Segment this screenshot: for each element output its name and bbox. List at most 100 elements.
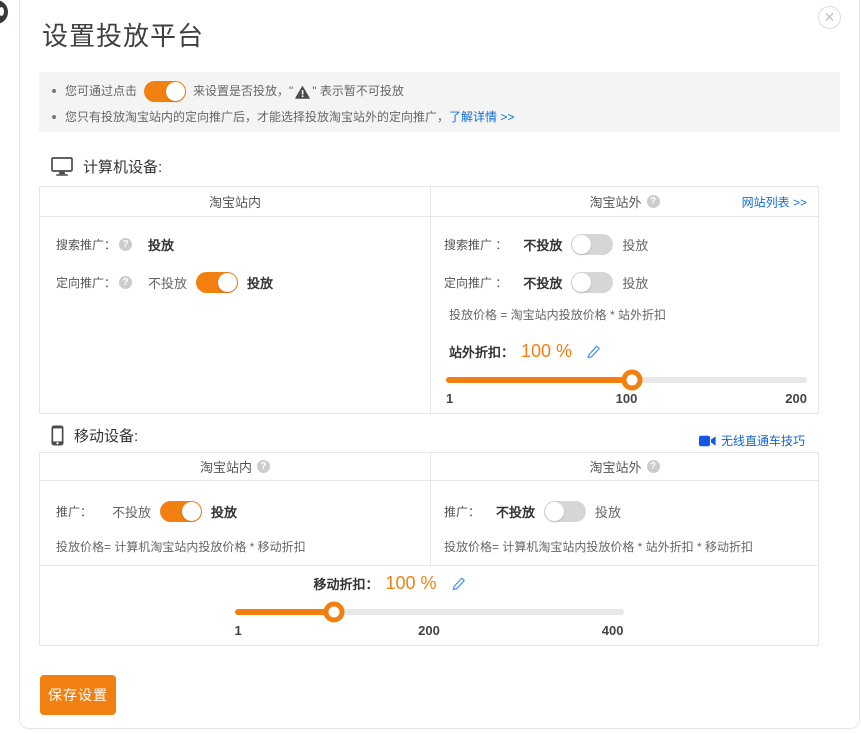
close-icon[interactable]: ✕ (818, 6, 841, 29)
toggle-knob (572, 235, 591, 254)
computer-table: 淘宝站内 淘宝站外 ? 网站列表 >> 搜索推广： ? 投放 (39, 186, 819, 414)
dialog-title: 设置投放平台 (42, 16, 204, 53)
mobile-offsite-promo-row: 推广： 不投放 投放 (431, 497, 818, 525)
slider-max-label: 400 (602, 623, 624, 638)
note1-pre: 您可通过点击 (65, 78, 137, 104)
computer-onsite-header-label: 淘宝站内 (209, 192, 261, 211)
offsite-targeted-on-label: 投放 (622, 273, 648, 292)
computer-offsite-header-label: 淘宝站外 (589, 192, 641, 211)
offsite-search-promo-label: 搜索推广 ： (444, 236, 507, 253)
desktop-monitor-icon (51, 157, 73, 176)
mobile-offsite-cell: 推广： 不投放 投放 投放价格= 计算机淘宝站内投放价格 * 站外折扣 * 移动… (431, 481, 818, 565)
mobile-offsite-header-label: 淘宝站外 (589, 457, 641, 476)
targeted-promo-toggle[interactable] (196, 272, 238, 293)
toggle-knob (218, 273, 237, 292)
edit-pencil-icon[interactable] (586, 345, 600, 359)
slider-fill (235, 609, 335, 615)
help-icon[interactable]: ? (119, 276, 132, 289)
targeted-promo-off-label: 不投放 (148, 273, 187, 292)
slider-mid-label: 100 (616, 391, 638, 406)
offsite-search-toggle[interactable] (571, 234, 613, 255)
mobile-onsite-cell: 推广： 不投放 投放 投放价格= 计算机淘宝站内投放价格 * 移动折扣 (40, 481, 431, 565)
mobile-offsite-promo-label: 推广： (444, 503, 480, 520)
toggle-knob (545, 502, 564, 521)
computer-onsite-cell: 搜索推广： ? 投放 定向推广： ? 不投放 投放 (40, 217, 431, 413)
mobile-table: 淘宝站内 ? 淘宝站外 ? 推广： 不投放 投放 投 (39, 452, 819, 646)
mobile-offsite-off-label: 不投放 (496, 502, 535, 521)
mobile-offsite-on-label: 投放 (595, 502, 621, 521)
slider-handle[interactable] (324, 602, 345, 623)
toggle-knob (572, 273, 591, 292)
help-icon[interactable]: ? (647, 195, 660, 208)
mobile-onsite-toggle[interactable] (160, 501, 202, 522)
computer-table-body: 搜索推广： ? 投放 定向推广： ? 不投放 投放 (40, 217, 818, 413)
offsite-discount-value: 100 % (521, 341, 572, 362)
offsite-targeted-promo-row: 定向推广 ： 不投放 投放 (431, 263, 818, 301)
computer-table-header: 淘宝站内 淘宝站外 ? 网站列表 >> (40, 187, 818, 217)
mobile-table-header: 淘宝站内 ? 淘宝站外 ? (40, 453, 818, 481)
example-toggle[interactable] (144, 81, 186, 102)
note-line-2: 您只有投放淘宝站内的定向推广后，才能选择投放淘宝站外的定向推广， 了解详情 >> (52, 104, 840, 130)
page: ✕ 设置投放平台 您可通过点击 来设置是否投放，" " 表示暂不可投放 您只有投… (0, 0, 861, 734)
video-camera-icon (699, 435, 716, 447)
offsite-targeted-toggle[interactable] (571, 272, 613, 293)
mobile-onsite-header: 淘宝站内 ? (40, 453, 431, 480)
bullet-icon (52, 115, 56, 119)
slider-handle[interactable] (621, 370, 642, 391)
mobile-discount-value: 100 % (385, 573, 436, 594)
targeted-promo-row: 定向推广： ? 不投放 投放 (40, 263, 430, 301)
mobile-onsite-header-label: 淘宝站内 (200, 457, 252, 476)
mobile-table-body: 推广： 不投放 投放 投放价格= 计算机淘宝站内投放价格 * 移动折扣 推广： … (40, 481, 818, 565)
mobile-offsite-header: 淘宝站外 ? (431, 453, 818, 480)
slider-fill (446, 377, 632, 383)
mobile-slider-labels: 1 200 400 (235, 623, 624, 640)
toggle-knob (182, 502, 201, 521)
save-settings-button[interactable]: 保存设置 (40, 675, 116, 715)
computer-section-header: 计算机设备: (51, 156, 162, 177)
mobile-onsite-formula: 投放价格= 计算机淘宝站内投放价格 * 移动折扣 (40, 539, 430, 556)
offsite-search-off-label: 不投放 (523, 235, 562, 254)
site-list-link[interactable]: 网站列表 >> (742, 193, 807, 210)
slider-min-label: 1 (446, 391, 453, 406)
mobile-discount-slider (235, 609, 624, 615)
mobile-discount-label: 移动折扣： (313, 574, 378, 593)
offsite-discount-label: 站外折扣： (449, 342, 514, 361)
note1-post: " 表示暂不可投放 (312, 78, 404, 104)
help-icon[interactable]: ? (257, 460, 270, 473)
offsite-discount-slider (446, 377, 807, 383)
targeted-promo-label: 定向推广： (56, 274, 116, 291)
floating-badge-glyph (0, 7, 4, 16)
note2-text: 您只有投放淘宝站内的定向推广后，才能选择投放淘宝站外的定向推广， (65, 104, 449, 130)
mobile-offsite-toggle[interactable] (544, 501, 586, 522)
slider-max-label: 200 (785, 391, 807, 406)
offsite-discount-line: 站外折扣： 100 % (449, 338, 818, 364)
learn-more-link[interactable]: 了解详情 >> (449, 104, 514, 130)
mobile-onsite-on-label: 投放 (211, 502, 237, 521)
computer-onsite-header: 淘宝站内 (40, 187, 431, 216)
help-icon[interactable]: ? (119, 238, 132, 251)
note-line-1: 您可通过点击 来设置是否投放，" " 表示暂不可投放 (52, 78, 840, 104)
help-icon[interactable]: ? (647, 460, 660, 473)
offsite-targeted-promo-label: 定向推广 ： (444, 274, 507, 291)
notes-box: 您可通过点击 来设置是否投放，" " 表示暂不可投放 您只有投放淘宝站内的定向推… (39, 72, 840, 132)
warning-triangle-icon (295, 86, 310, 99)
mobile-discount-row: 移动折扣： 100 % 1 200 400 (40, 565, 818, 645)
mobile-onsite-off-label: 不投放 (112, 502, 151, 521)
edit-pencil-icon[interactable] (451, 577, 465, 591)
note1-mid: 来设置是否投放，" (193, 78, 293, 104)
mobile-onsite-promo-row: 推广： 不投放 投放 (40, 497, 430, 525)
search-promo-row: 搜索推广： ? 投放 (40, 225, 430, 263)
computer-offsite-header: 淘宝站外 ? 网站列表 >> (431, 187, 818, 216)
settings-dialog: ✕ 设置投放平台 您可通过点击 来设置是否投放，" " 表示暂不可投放 您只有投… (19, 0, 860, 729)
targeted-promo-on-label: 投放 (247, 273, 273, 292)
floating-badge[interactable] (0, 0, 8, 24)
mobile-offsite-formula: 投放价格= 计算机淘宝站内投放价格 * 站外折扣 * 移动折扣 (431, 539, 818, 556)
slider-min-label: 1 (235, 623, 242, 638)
offsite-targeted-off-label: 不投放 (523, 273, 562, 292)
search-promo-state: 投放 (148, 235, 174, 254)
slider-mid-label: 200 (418, 623, 440, 638)
offsite-search-on-label: 投放 (622, 235, 648, 254)
wireless-tips-link[interactable]: 无线直通车技巧 (699, 432, 805, 449)
bullet-icon (52, 89, 56, 93)
mobile-discount-line: 移动折扣： 100 % (0, 570, 778, 596)
